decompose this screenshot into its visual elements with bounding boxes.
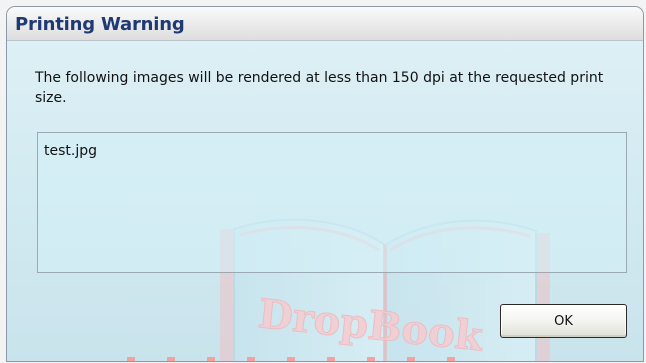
list-item[interactable]: test.jpg	[44, 143, 97, 159]
image-file-list[interactable]: test.jpg	[37, 132, 627, 273]
printing-warning-dialog: DropBook Printing Warning The following …	[6, 6, 644, 362]
dialog-titlebar: Printing Warning	[7, 7, 643, 41]
dialog-title: Printing Warning	[15, 14, 185, 35]
ok-button[interactable]: OK	[500, 304, 627, 338]
warning-message: The following images will be rendered at…	[35, 70, 604, 106]
